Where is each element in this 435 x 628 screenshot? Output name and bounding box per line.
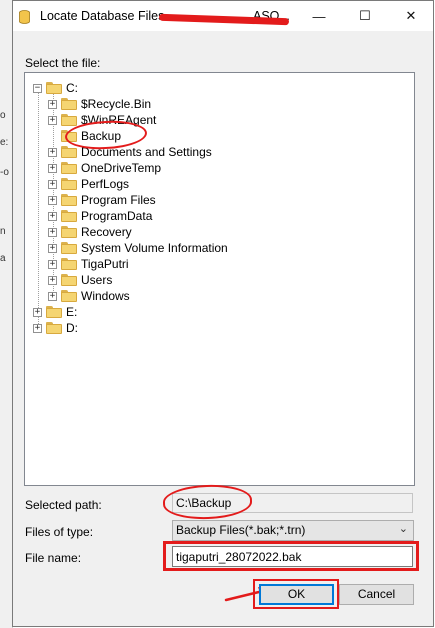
expand-toggle[interactable]: + (33, 307, 42, 317)
chevron-down-icon: ⌄ (398, 523, 408, 535)
background-fragment: e: (0, 137, 9, 148)
tree-node-label: OneDriveTemp (81, 161, 162, 175)
tree-node-label: PerfLogs (81, 177, 130, 191)
collapse-toggle[interactable]: − (33, 83, 42, 93)
tree-node-label: Recovery (81, 225, 132, 239)
expand-toggle[interactable]: + (48, 243, 57, 253)
expand-toggle[interactable]: + (48, 259, 57, 269)
files-of-type-select[interactable]: Backup Files(*.bak;*.trn) ⌄ (172, 520, 414, 541)
expand-toggle[interactable]: + (48, 227, 57, 237)
selected-path-label: Selected path: (25, 498, 102, 512)
expand-toggle[interactable]: + (48, 99, 57, 109)
folder-icon (46, 82, 62, 94)
folder-icon (61, 178, 77, 190)
folder-icon (61, 290, 77, 302)
select-file-label: Select the file: (25, 56, 101, 70)
tree-node-tigaputri[interactable]: + TigaPutri (48, 256, 129, 272)
tree-node-recycle-bin[interactable]: + $Recycle.Bin (48, 96, 151, 112)
locate-database-files-dialog: Locate Database Files - ASQ... — ☐ ✕ Sel… (12, 0, 434, 627)
tree-node-label: Users (81, 273, 113, 287)
close-button[interactable]: ✕ (388, 1, 434, 31)
background-fragment: n (0, 226, 6, 237)
background-fragment: -o (0, 167, 9, 178)
tree-node-winreagent[interactable]: + $WinREAgent (48, 112, 156, 128)
expand-toggle[interactable]: + (48, 147, 57, 157)
tree-node-label: C: (66, 81, 78, 95)
tree-node-system-volume-information[interactable]: + System Volume Information (48, 240, 228, 256)
expand-toggle[interactable]: + (48, 179, 57, 189)
maximize-button[interactable]: ☐ (342, 1, 388, 31)
folder-icon (46, 322, 62, 334)
folder-icon (61, 162, 77, 174)
minimize-button[interactable]: — (296, 1, 342, 31)
tree-node-program-files[interactable]: + Program Files (48, 192, 156, 208)
file-name-label: File name: (25, 551, 82, 565)
folder-icon (61, 226, 77, 238)
tree-connector (38, 93, 39, 328)
tree-node-perflogs[interactable]: + PerfLogs (48, 176, 129, 192)
tree-node-documents-and-settings[interactable]: + Documents and Settings (48, 144, 212, 160)
tree-node-users[interactable]: + Users (48, 272, 112, 288)
expand-toggle[interactable]: + (48, 163, 57, 173)
tree-node-c-drive[interactable]: − C: (33, 80, 78, 96)
folder-icon (61, 130, 77, 142)
folder-icon (61, 194, 77, 206)
tree-node-label: TigaPutri (81, 257, 129, 271)
folder-icon (46, 306, 62, 318)
tree-node-label: Backup (81, 129, 122, 143)
files-of-type-label: Files of type: (25, 525, 94, 539)
expand-toggle[interactable]: + (48, 211, 57, 221)
tree-node-label: Program Files (81, 193, 156, 207)
folder-icon (61, 274, 77, 286)
file-name-input[interactable]: tigaputri_28072022.bak (172, 546, 413, 567)
file-tree[interactable]: − C: + $Recycle.Bin + $WinREAgent Backup… (24, 72, 415, 486)
folder-icon (61, 258, 77, 270)
background-fragment: o (0, 110, 6, 121)
ok-button[interactable]: OK (259, 584, 334, 605)
tree-node-programdata[interactable]: + ProgramData (48, 208, 152, 224)
folder-icon (61, 98, 77, 110)
expand-toggle[interactable]: + (48, 195, 57, 205)
tree-node-label: ProgramData (81, 209, 153, 223)
tree-node-d-drive[interactable]: + D: (33, 320, 78, 336)
window-title: Locate Database Files - (40, 9, 173, 23)
tree-node-label: Windows (81, 289, 130, 303)
tree-node-label: $WinREAgent (81, 113, 157, 127)
selected-path-field: C:\Backup (172, 493, 413, 513)
tree-node-label: D: (66, 321, 78, 335)
tree-node-e-drive[interactable]: + E: (33, 304, 77, 320)
cancel-button[interactable]: Cancel (339, 584, 414, 605)
folder-icon (61, 242, 77, 254)
folder-icon (61, 146, 77, 158)
tree-node-label: System Volume Information (81, 241, 228, 255)
expand-toggle[interactable]: + (33, 323, 42, 333)
tree-node-label: Documents and Settings (81, 145, 212, 159)
tree-node-label: E: (66, 305, 78, 319)
database-icon (19, 10, 30, 24)
tree-node-backup[interactable]: Backup (48, 128, 121, 144)
background-fragment: a (0, 253, 6, 264)
files-of-type-value: Backup Files(*.bak;*.trn) (176, 523, 306, 537)
tree-node-recovery[interactable]: + Recovery (48, 224, 132, 240)
expand-toggle[interactable]: + (48, 291, 57, 301)
expand-toggle[interactable]: + (48, 115, 57, 125)
tree-node-windows[interactable]: + Windows (48, 288, 130, 304)
tree-node-label: $Recycle.Bin (81, 97, 152, 111)
tree-node-onedrivetemp[interactable]: + OneDriveTemp (48, 160, 161, 176)
folder-icon (61, 210, 77, 222)
title-bar[interactable]: Locate Database Files - ASQ... — ☐ ✕ (13, 1, 433, 31)
expand-toggle[interactable]: + (48, 275, 57, 285)
folder-icon (61, 114, 77, 126)
